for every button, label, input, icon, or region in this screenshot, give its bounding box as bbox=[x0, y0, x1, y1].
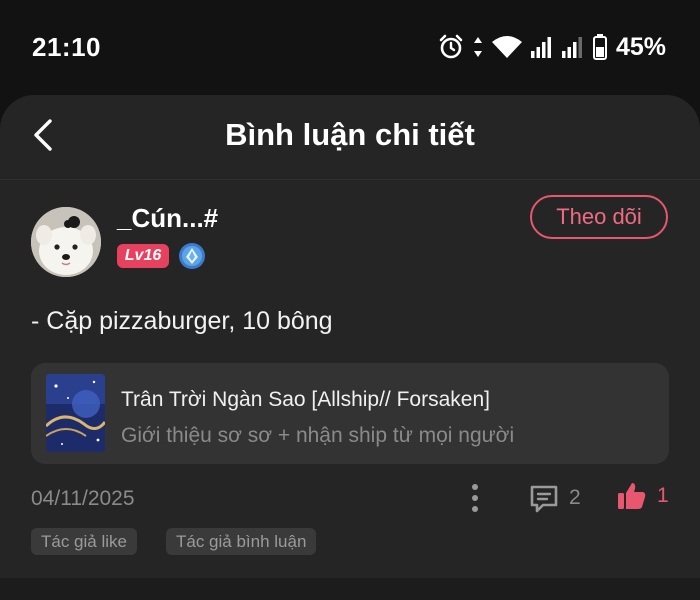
comment-detail-sheet: Bình luận chi tiết _Cún...# Lv16 Theo dõ… bbox=[0, 95, 700, 600]
data-arrows-icon bbox=[473, 37, 482, 57]
level-badge: Lv16 bbox=[117, 244, 169, 268]
comment-count: 2 bbox=[569, 486, 581, 509]
section-divider bbox=[0, 578, 700, 600]
status-icons: 45% bbox=[438, 30, 666, 64]
header: Bình luận chi tiết bbox=[0, 95, 700, 180]
comment-date: 04/11/2025 bbox=[31, 487, 135, 510]
author-commented-tag: Tác giả bình luận bbox=[166, 528, 317, 555]
page-title: Bình luận chi tiết bbox=[225, 117, 475, 152]
signal-icon bbox=[561, 37, 582, 58]
reply-button[interactable]: 2 bbox=[528, 481, 581, 515]
status-time: 21:10 bbox=[32, 32, 101, 62]
more-options-button[interactable] bbox=[464, 482, 486, 514]
like-count: 1 bbox=[657, 484, 669, 507]
rank-badge-icon bbox=[179, 243, 205, 269]
username[interactable]: _Cún...# bbox=[117, 203, 218, 234]
comment-text: - Cặp pizzaburger, 10 bông bbox=[31, 307, 333, 335]
book-title: Trân Trời Ngàn Sao [Allship// Forsaken] bbox=[121, 388, 490, 411]
signal-icon bbox=[530, 37, 551, 58]
more-vertical-icon bbox=[472, 484, 478, 512]
book-cover-image bbox=[46, 374, 105, 452]
status-bar: 21:10 45% bbox=[0, 0, 700, 95]
alarm-icon bbox=[439, 34, 463, 59]
avatar[interactable] bbox=[31, 207, 101, 277]
battery-icon bbox=[592, 34, 607, 60]
book-card[interactable]: Trân Trời Ngàn Sao [Allship// Forsaken] … bbox=[31, 363, 669, 464]
wifi-icon bbox=[491, 36, 522, 58]
author-liked-tag: Tác giả like bbox=[31, 528, 137, 555]
book-description: Giới thiệu sơ sơ + nhận ship từ mọi ngườ… bbox=[121, 424, 515, 447]
battery-percent: 45% bbox=[615, 32, 666, 61]
thumbs-up-icon bbox=[618, 483, 646, 509]
dog-avatar-image bbox=[31, 207, 101, 277]
like-button[interactable]: 1 bbox=[616, 479, 669, 513]
comment-icon bbox=[530, 485, 558, 513]
follow-button[interactable]: Theo dõi bbox=[530, 195, 668, 239]
